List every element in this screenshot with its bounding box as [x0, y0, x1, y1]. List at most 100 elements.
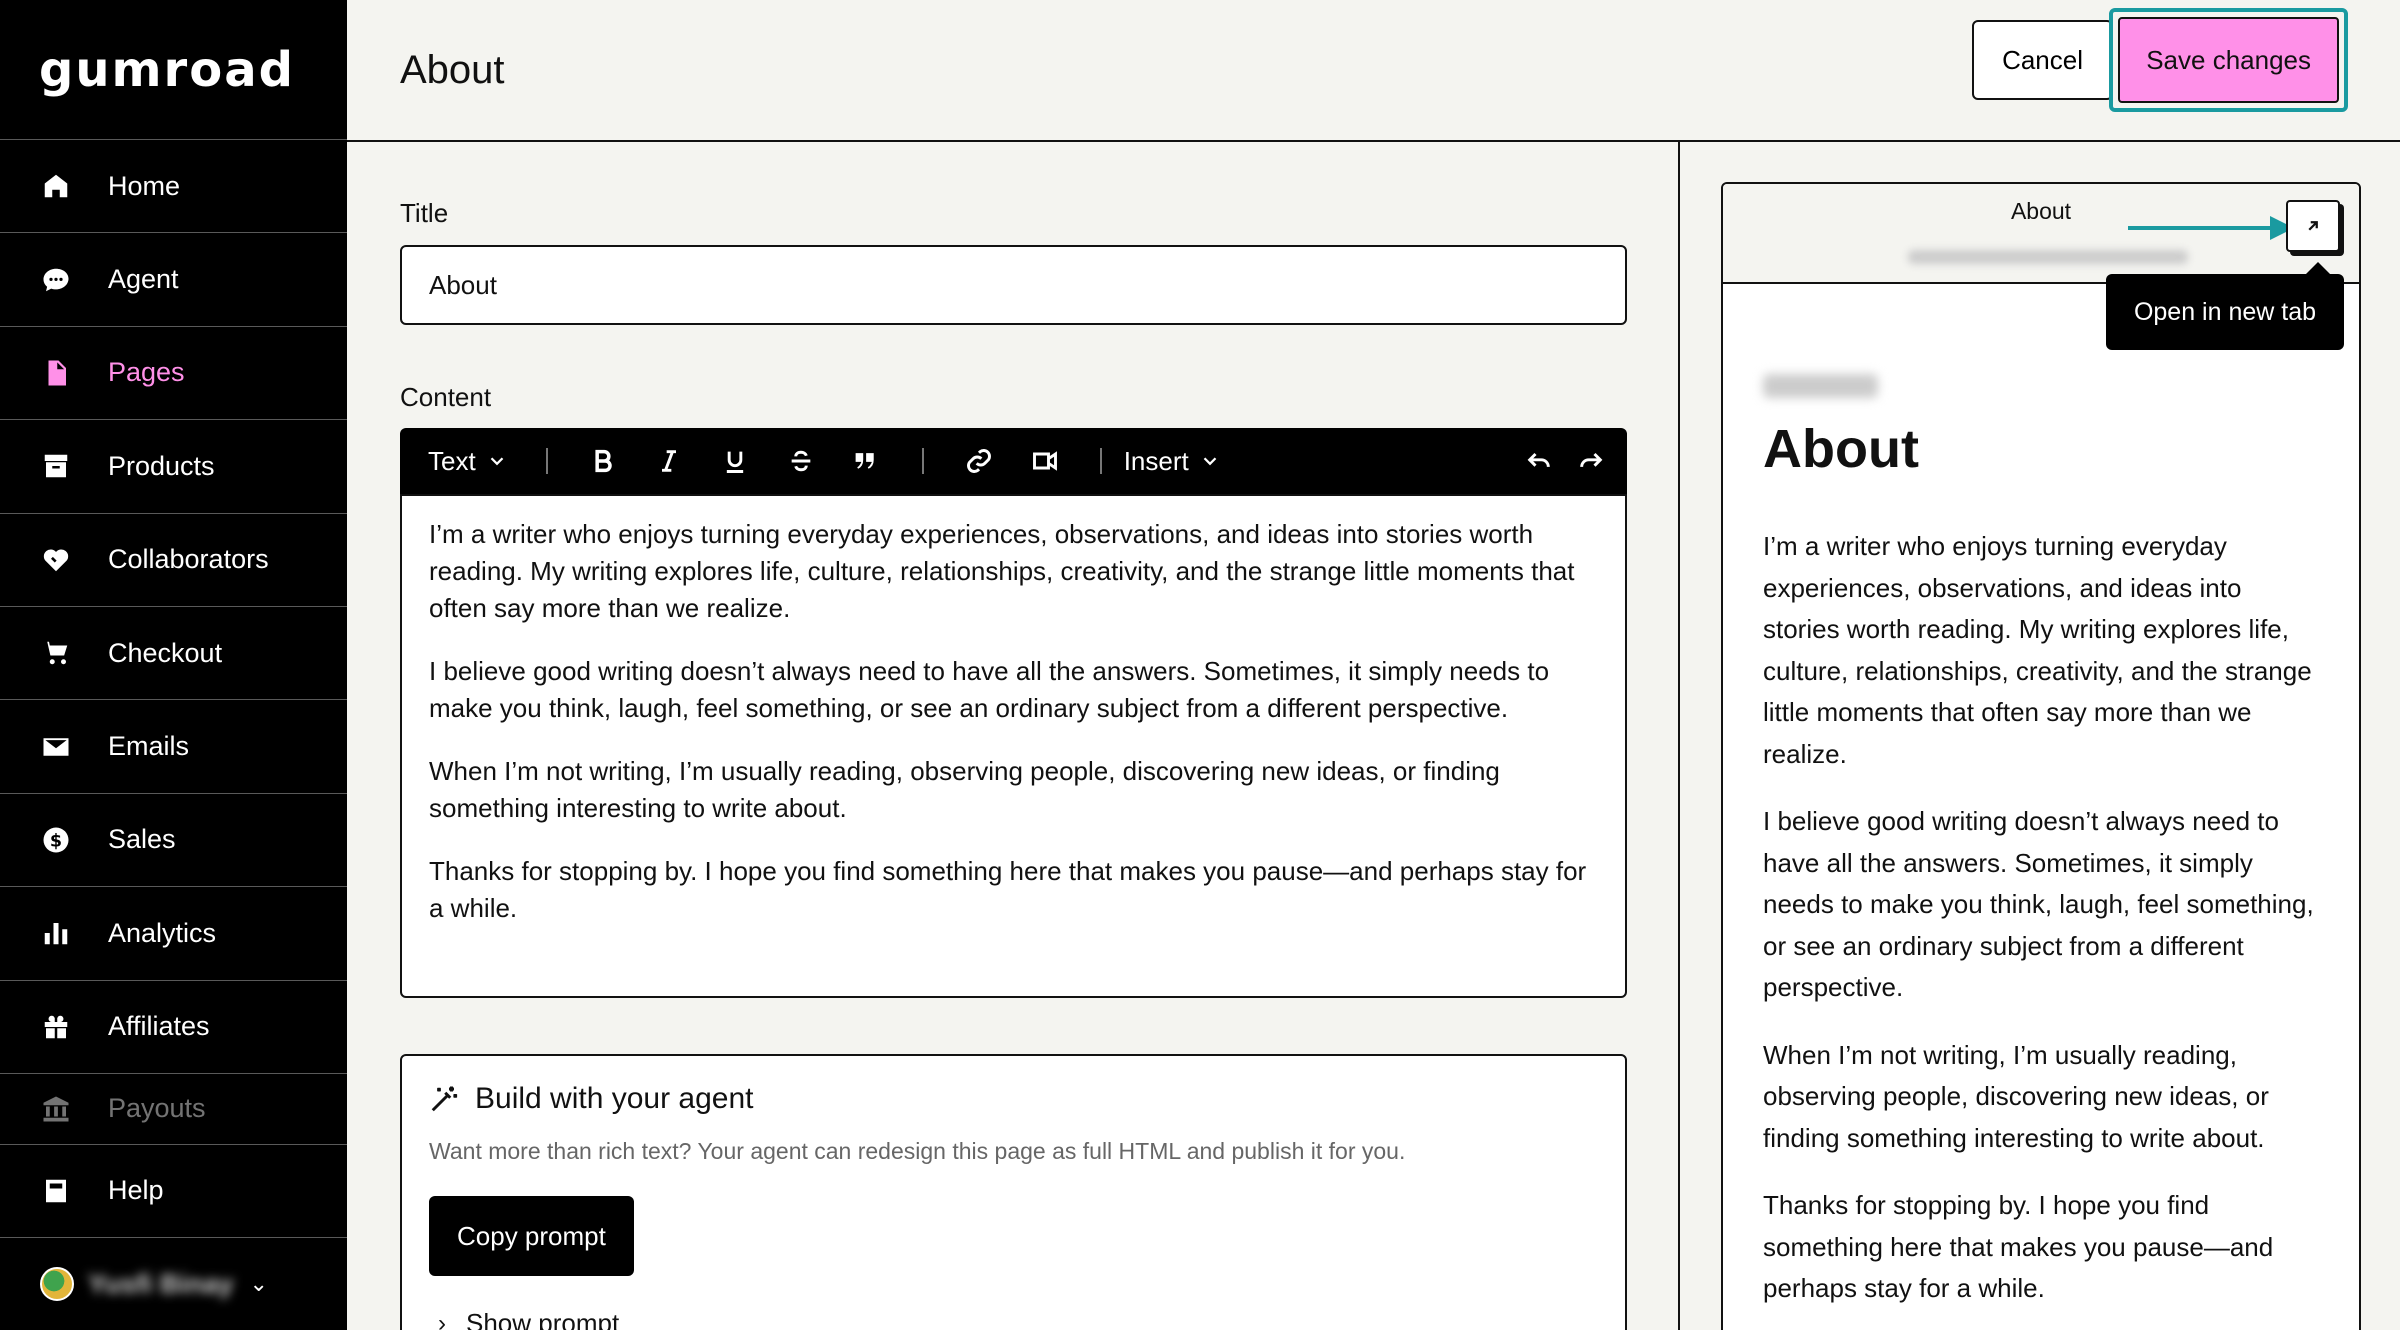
svg-text:$: $ — [50, 831, 62, 851]
sidebar-item-label: Analytics — [108, 917, 217, 948]
strikethrough-button[interactable] — [779, 439, 823, 483]
text-style-label: Text — [428, 445, 476, 476]
sidebar-item-pages[interactable]: Pages — [0, 327, 347, 421]
quote-button[interactable] — [845, 439, 889, 483]
build-with-agent-card: Build with your agent Want more than ric… — [400, 1054, 1627, 1330]
sidebar-item-checkout[interactable]: Checkout — [0, 607, 347, 701]
preview-paragraph: When I’m not writing, I’m usually readin… — [1763, 1039, 2269, 1153]
editor-panel: Title Content Text Insert I’m a writer w… — [347, 142, 1680, 1330]
save-button[interactable]: Save changes — [2118, 17, 2339, 103]
preview-heading: About — [1763, 419, 1919, 479]
sidebar-item-payouts[interactable]: Payouts — [0, 1074, 347, 1144]
quote-icon — [855, 453, 874, 469]
avatar — [40, 1267, 74, 1301]
sidebar: gumroad Home Agent Pages Products Collab… — [0, 0, 347, 1330]
sidebar-item-label: Pages — [108, 357, 185, 388]
sidebar-bottom: Help Yusfi Binay ⌄ — [0, 1143, 347, 1330]
title-label: Title — [400, 198, 449, 228]
bar-chart-icon — [40, 917, 72, 949]
preview-paragraph: I’m a writer who enjoys turning everyday… — [1763, 531, 2312, 769]
sidebar-item-label: Emails — [108, 731, 190, 762]
strikethrough-icon — [791, 450, 811, 472]
dollar-circle-icon: $ — [40, 824, 72, 856]
chat-bubble-icon — [40, 264, 72, 296]
underline-icon — [726, 451, 743, 473]
sidebar-item-analytics[interactable]: Analytics — [0, 887, 347, 981]
sidebar-item-label: Products — [108, 450, 215, 481]
bank-icon — [40, 1093, 72, 1125]
external-link-icon — [2308, 221, 2318, 231]
link-icon — [966, 449, 991, 473]
sidebar-item-label: Home — [108, 170, 181, 201]
sidebar-item-label: Sales — [108, 824, 176, 855]
sidebar-item-label: Help — [108, 1175, 164, 1206]
agent-card-title-text: Build with your agent — [475, 1082, 754, 1115]
toolbar-divider — [1099, 448, 1102, 474]
video-camera-icon — [1032, 451, 1057, 471]
sidebar-item-label: Agent — [108, 264, 179, 295]
title-input[interactable] — [400, 245, 1627, 325]
sidebar-item-label: Checkout — [108, 637, 223, 668]
copy-prompt-button[interactable]: Copy prompt — [429, 1196, 634, 1276]
show-prompt-label: Show prompt — [466, 1308, 620, 1330]
chevron-down-icon — [1203, 457, 1217, 466]
insert-label: Insert — [1123, 445, 1189, 476]
sidebar-item-help[interactable]: Help — [0, 1145, 347, 1238]
page-title: About — [400, 47, 505, 92]
chevron-right-icon: › — [438, 1309, 446, 1330]
rich-text-toolbar: Text Insert — [400, 428, 1627, 494]
sidebar-item-home[interactable]: Home — [0, 140, 347, 234]
sidebar-item-sales[interactable]: $ Sales — [0, 794, 347, 888]
link-button[interactable] — [957, 439, 1001, 483]
cancel-button[interactable]: Cancel — [1972, 20, 2113, 100]
text-style-dropdown[interactable]: Text — [428, 446, 508, 477]
open-in-new-tab-tooltip: Open in new tab — [2106, 262, 2344, 350]
save-button-highlight: Save changes — [2109, 8, 2348, 112]
sidebar-item-collaborators[interactable]: Collaborators — [0, 514, 347, 607]
agent-card-title: Build with your agent — [429, 1082, 754, 1116]
page-header: About Cancel Save changes — [347, 0, 2400, 142]
magic-wand-icon — [431, 1086, 458, 1112]
insert-dropdown[interactable]: Insert — [1124, 446, 1221, 477]
toolbar-divider — [921, 448, 924, 474]
italic-icon — [661, 450, 676, 472]
agent-card-description: Want more than rich text? Your agent can… — [429, 1138, 1406, 1164]
gift-icon — [40, 1011, 72, 1043]
sidebar-item-products[interactable]: Products — [0, 420, 347, 514]
preview-body: About I’m a writer who enjoys turning ev… — [1723, 374, 2359, 1310]
gumroad-logo[interactable]: gumroad — [0, 0, 347, 140]
chevron-down-icon: ⌄ — [249, 1271, 268, 1296]
video-button[interactable] — [1023, 439, 1067, 483]
undo-icon — [1527, 452, 1550, 468]
logo-text: gumroad — [39, 41, 295, 98]
sidebar-item-label: Affiliates — [108, 1011, 210, 1042]
handshake-heart-icon — [40, 544, 72, 576]
underline-button[interactable] — [713, 439, 757, 483]
content-paragraph: I’m a writer who enjoys turning everyday… — [429, 519, 1575, 623]
envelope-icon — [40, 731, 72, 763]
home-icon — [40, 170, 72, 202]
italic-button[interactable] — [647, 439, 691, 483]
sidebar-item-agent[interactable]: Agent — [0, 233, 347, 327]
undo-button[interactable] — [1517, 439, 1561, 483]
preview-author — [1763, 374, 1878, 398]
open-in-new-tab-button[interactable] — [2286, 200, 2340, 252]
book-icon — [40, 1175, 72, 1207]
preview-paragraph: Thanks for stopping by. I hope you find … — [1763, 1190, 2274, 1303]
document-icon — [40, 357, 72, 389]
archive-box-icon — [40, 450, 72, 482]
preview-paragraph: I believe good writing doesn’t always ne… — [1763, 806, 2314, 1002]
bold-icon — [595, 449, 612, 473]
content-paragraph: Thanks for stopping by. I hope you find … — [429, 856, 1587, 923]
cart-icon — [40, 637, 72, 669]
content-editor[interactable]: I’m a writer who enjoys turning everyday… — [400, 494, 1627, 998]
content-paragraph: When I’m not writing, I’m usually readin… — [429, 756, 1500, 823]
account-menu[interactable]: Yusfi Binay ⌄ — [0, 1238, 347, 1330]
redo-button[interactable] — [1569, 439, 1613, 483]
show-prompt-toggle[interactable]: › Show prompt — [438, 1308, 619, 1330]
sidebar-item-affiliates[interactable]: Affiliates — [0, 981, 347, 1074]
bold-button[interactable] — [581, 439, 625, 483]
sidebar-item-label: Collaborators — [108, 544, 269, 575]
chevron-down-icon — [490, 457, 503, 466]
sidebar-item-emails[interactable]: Emails — [0, 700, 347, 794]
